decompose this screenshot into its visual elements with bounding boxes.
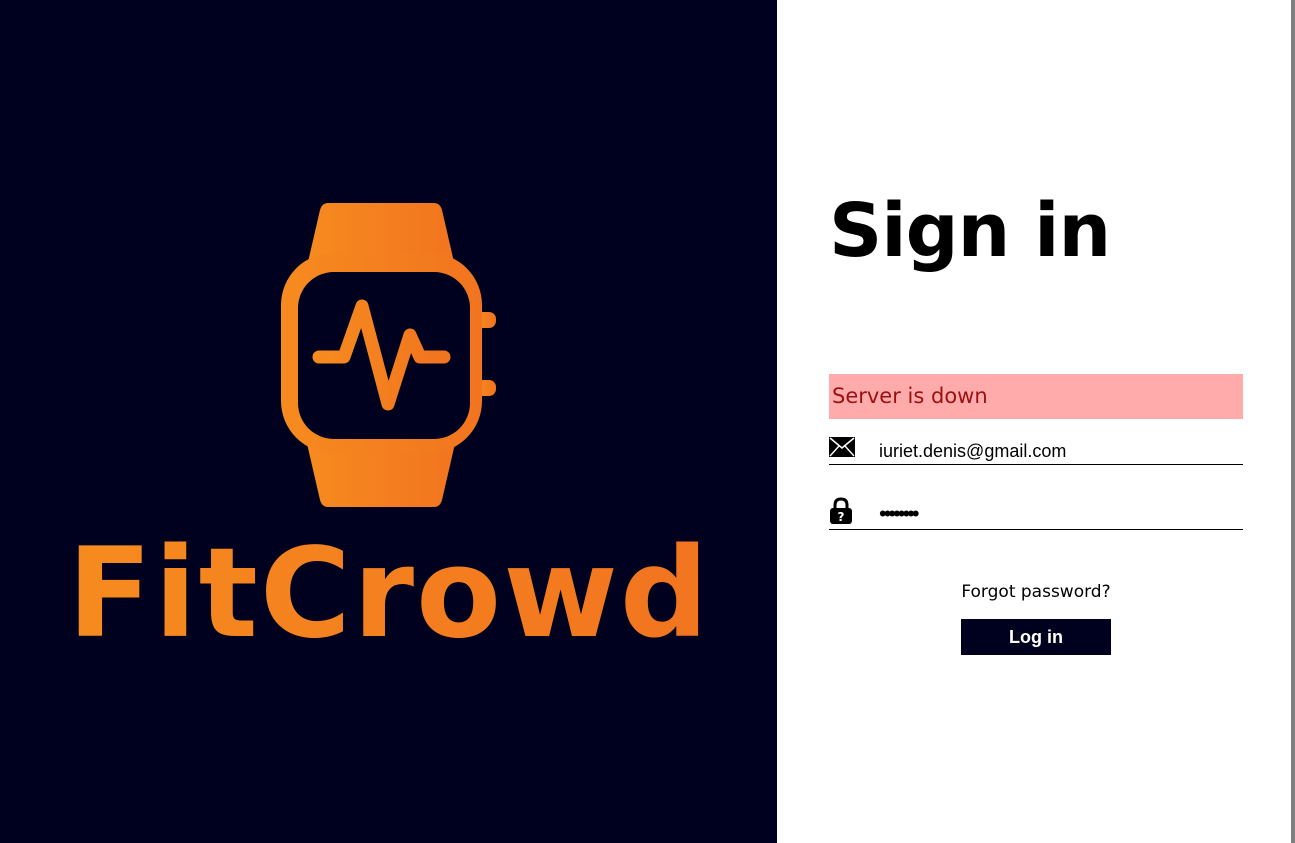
password-input[interactable] <box>879 501 1239 527</box>
password-field: ? <box>829 497 1243 530</box>
forgot-password-link[interactable]: Forgot password? <box>829 580 1243 604</box>
error-banner: Server is down <box>829 374 1243 419</box>
envelope-icon <box>829 437 855 457</box>
email-field <box>829 435 1243 465</box>
brand-panel: FitCrowd <box>0 0 777 843</box>
fitcrowd-logo: FitCrowd <box>67 203 710 666</box>
signin-panel <box>777 0 1291 843</box>
padlock-icon: ? <box>830 497 852 524</box>
scrollbar-thumb[interactable] <box>1291 0 1295 843</box>
svg-text:?: ? <box>838 510 845 524</box>
email-input[interactable] <box>879 438 1239 464</box>
vertical-scrollbar[interactable] <box>1291 0 1295 843</box>
smartwatch-icon <box>281 203 496 507</box>
page-title: Sign in <box>829 188 1111 274</box>
brand-wordmark: FitCrowd <box>67 522 710 666</box>
login-button[interactable]: Log in <box>961 619 1111 655</box>
error-message: Server is down <box>832 384 988 408</box>
